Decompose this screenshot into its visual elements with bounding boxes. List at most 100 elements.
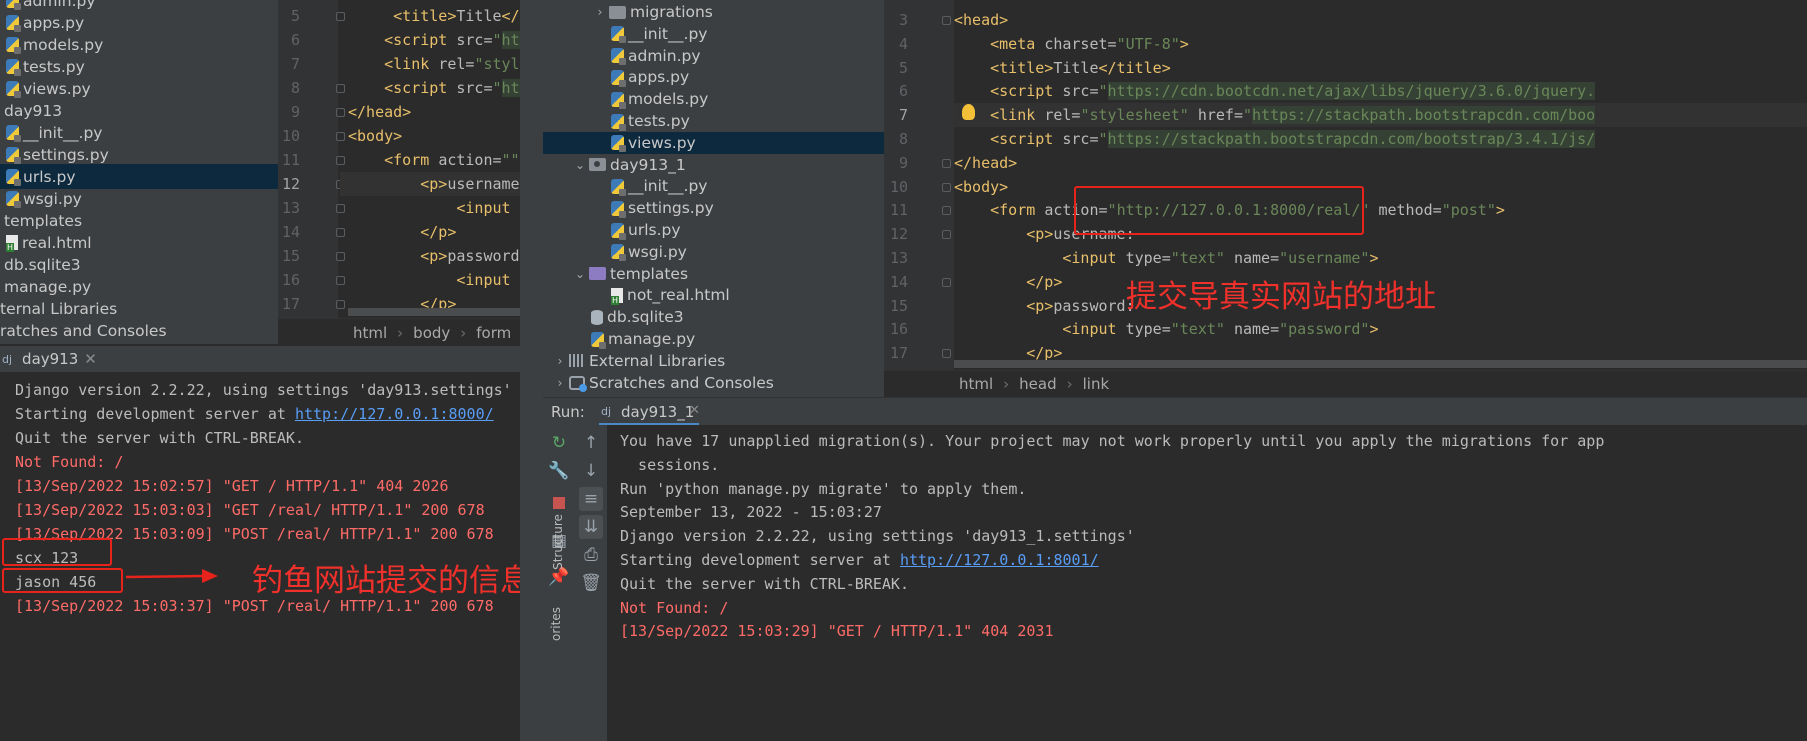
code-line: <title>Title</title> — [954, 56, 1807, 80]
breadcrumb-item[interactable]: html — [353, 324, 387, 342]
tree-item-label: tests.py — [23, 57, 85, 76]
breadcrumb-item[interactable]: body — [413, 324, 450, 342]
tree-item-label: admin.py — [628, 46, 701, 65]
soft-wrap-icon[interactable]: ≡ — [579, 487, 603, 511]
breadcrumb-separator: › — [460, 323, 467, 342]
lightbulb-icon[interactable] — [962, 104, 975, 120]
code-token: <body> — [954, 177, 1009, 196]
line-number: 15 — [281, 247, 300, 265]
tree-item-label: wsgi.py — [23, 189, 82, 208]
code-token: htt — [501, 31, 520, 49]
scroll-to-end-icon[interactable]: ⇊ — [579, 515, 603, 539]
right-horizontal-scrollbar[interactable] — [954, 360, 1807, 368]
python-file-icon — [6, 15, 21, 32]
tree-item[interactable]: views.py — [543, 131, 884, 154]
rerun-icon[interactable]: ↻ — [547, 431, 571, 455]
tree-item[interactable]: ⌄ templates — [543, 263, 884, 285]
python-file-icon — [611, 91, 626, 109]
up-arrow-icon[interactable]: ↑ — [579, 431, 603, 455]
chevron-right-icon[interactable]: › — [591, 5, 609, 19]
code-token: src= — [456, 31, 493, 49]
scratches-icon — [569, 375, 587, 392]
down-arrow-icon[interactable]: ↓ — [579, 459, 603, 483]
tree-item[interactable]: › Scratches and Consoles — [543, 372, 884, 394]
code-line: <script src="htt — [340, 28, 520, 52]
tree-item[interactable]: admin.py — [543, 45, 884, 67]
right-run-tab[interactable]: day913_1 — [621, 403, 694, 421]
fold-marker-icon — [942, 230, 951, 240]
tree-item-label: Scratches and Consoles — [589, 373, 774, 392]
console-text: sessions. — [620, 455, 720, 474]
wrench-icon[interactable]: 🔧 — [547, 459, 571, 483]
code-token: " — [492, 31, 502, 49]
tree-item[interactable]: manage.py — [543, 328, 884, 350]
code-line: <script src="htt — [340, 76, 520, 100]
console-line: sessions. — [620, 453, 719, 477]
server-link[interactable]: http://127.0.0.1:8000/ — [295, 405, 494, 423]
code-token: charset= — [1044, 34, 1117, 53]
left-project-tree: admin.py apps.py models.py tests.py views.py… — [0, 0, 278, 344]
code-token: action= — [438, 151, 502, 169]
code-token: <input — [456, 271, 520, 289]
chevron-down-icon[interactable]: ⌄ — [571, 158, 589, 172]
structure-side-tab[interactable]: Structure — [551, 507, 565, 577]
tree-item[interactable]: db.sqlite3 — [543, 306, 884, 328]
tree-item[interactable]: urls.py — [543, 219, 884, 241]
console-text: [13/Sep/2022 15:02:57] "GET / HTTP/1.1" … — [15, 477, 449, 495]
console-text: Starting development server at — [620, 551, 900, 569]
close-icon[interactable]: ✕ — [689, 403, 700, 418]
print-icon[interactable]: ⎙ — [579, 543, 603, 567]
console-line: Not Found: / — [15, 450, 123, 474]
tree-item[interactable]: ratches and Consoles — [0, 318, 278, 343]
tree-item[interactable]: › External Libraries — [543, 350, 884, 372]
tree-item[interactable]: __init__.py — [543, 175, 884, 197]
code-token: <title> — [990, 58, 1054, 77]
tree-item[interactable]: __init__.py — [543, 23, 884, 45]
line-number: 5 — [898, 58, 908, 77]
breadcrumb-item[interactable]: link — [1083, 375, 1110, 393]
breadcrumb-item[interactable]: html — [959, 375, 993, 393]
breadcrumb-item[interactable]: form — [476, 324, 511, 342]
code-token: username: — [447, 175, 520, 193]
server-link[interactable]: http://127.0.0.1:8001/ — [900, 551, 1099, 569]
line-number: 14 — [281, 223, 300, 241]
left-horizontal-scrollbar[interactable] — [348, 308, 520, 316]
console-line: Run 'python manage.py migrate' to apply … — [620, 477, 1026, 501]
chevron-right-icon[interactable]: › — [551, 354, 569, 368]
tree-item-label: models.py — [628, 90, 709, 109]
tree-item[interactable]: settings.py — [543, 197, 884, 219]
code-token: password: — [447, 247, 520, 265]
tree-item[interactable]: tests.py — [543, 110, 884, 132]
tree-item[interactable]: apps.py — [543, 66, 884, 88]
favorites-side-tab[interactable]: orites — [549, 599, 563, 649]
line-number: 16 — [889, 320, 908, 339]
chevron-right-icon[interactable]: › — [551, 376, 569, 390]
code-token: <p> — [420, 175, 448, 193]
tree-item-label: views.py — [628, 133, 696, 152]
trash-icon[interactable]: 🗑 — [579, 571, 603, 595]
tree-item[interactable]: › migrations — [543, 1, 884, 23]
left-run-tab[interactable]: day913 — [22, 350, 78, 368]
tree-item[interactable]: models.py — [543, 88, 884, 110]
line-number: 10 — [889, 177, 908, 196]
code-token: <script — [384, 79, 457, 97]
tree-item-label: settings.py — [23, 145, 109, 164]
tree-item[interactable]: not_real.html — [543, 284, 884, 306]
breadcrumb-item[interactable]: head — [1019, 375, 1056, 393]
close-icon[interactable]: ✕ — [84, 350, 97, 368]
left-code-editor[interactable]: 5 6 7 8 9 10 11 12 13 14 15 16 17 <title>Title</ti <… — [278, 0, 520, 318]
chevron-down-icon[interactable]: ⌄ — [571, 267, 589, 281]
console-line: Not Found: / — [620, 596, 728, 620]
tree-item-label: wsgi.py — [628, 242, 687, 261]
code-token: " — [1098, 130, 1108, 148]
tree-item[interactable]: wsgi.py — [543, 241, 884, 263]
folder-icon — [609, 5, 626, 19]
tree-item[interactable]: ⌄ day913_1 — [543, 154, 884, 176]
code-token: <head> — [954, 11, 1009, 29]
annotation-real-site-address: 提交导真实网站的地址 — [1126, 279, 1436, 315]
code-token: <p> — [1026, 225, 1054, 244]
